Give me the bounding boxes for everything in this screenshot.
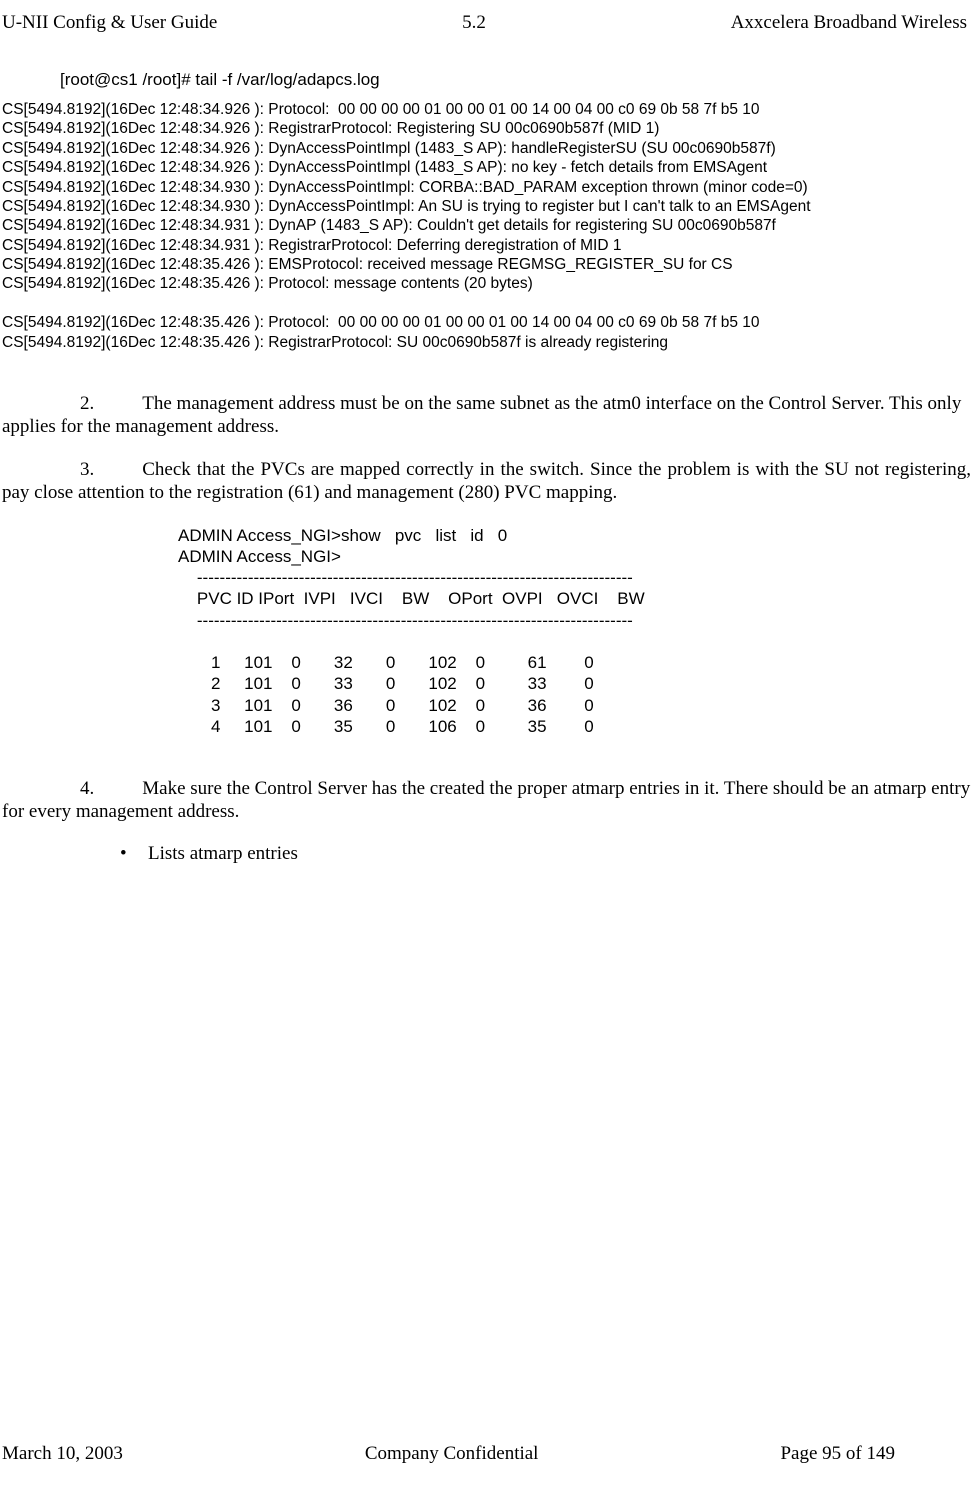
step-text: Check that the PVCs are mapped correctly… <box>2 459 971 503</box>
footer-left: March 10, 2003 <box>2 1443 123 1465</box>
bullet-text: Lists atmarp entries <box>148 843 298 864</box>
log-output: CS[5494.8192](16Dec 12:48:34.926 ): Prot… <box>0 100 973 352</box>
footer-center: Company Confidential <box>365 1443 539 1465</box>
footer-right: Page 95 of 149 <box>780 1443 895 1465</box>
header-right: Axxcelera Broadband Wireless <box>731 12 967 34</box>
step-text: The management address must be on the sa… <box>2 393 961 437</box>
step-number: 4. <box>80 778 94 799</box>
header-center: 5.2 <box>462 12 486 34</box>
bullet-item: •Lists atmarp entries <box>0 843 973 865</box>
header-left: U-NII Config & User Guide <box>2 12 217 34</box>
page-footer: March 10, 2003 Company Confidential Page… <box>0 1443 973 1465</box>
step-text: Make sure the Control Server has the cre… <box>2 778 970 822</box>
step-number: 2. <box>80 393 94 414</box>
shell-command: [root@cs1 /root]# tail -f /var/log/adapc… <box>0 70 973 90</box>
pvc-output: ADMIN Access_NGI>show pvc list id 0 ADMI… <box>0 525 973 738</box>
step-3: 3.Check that the PVCs are mapped correct… <box>0 458 973 504</box>
step-4: 4.Make sure the Control Server has the c… <box>0 777 973 823</box>
step-2: 2.The management address must be on the … <box>0 392 973 438</box>
step-number: 3. <box>80 459 94 480</box>
page-header: U-NII Config & User Guide 5.2 Axxcelera … <box>0 12 973 34</box>
bullet-icon: • <box>120 843 148 865</box>
